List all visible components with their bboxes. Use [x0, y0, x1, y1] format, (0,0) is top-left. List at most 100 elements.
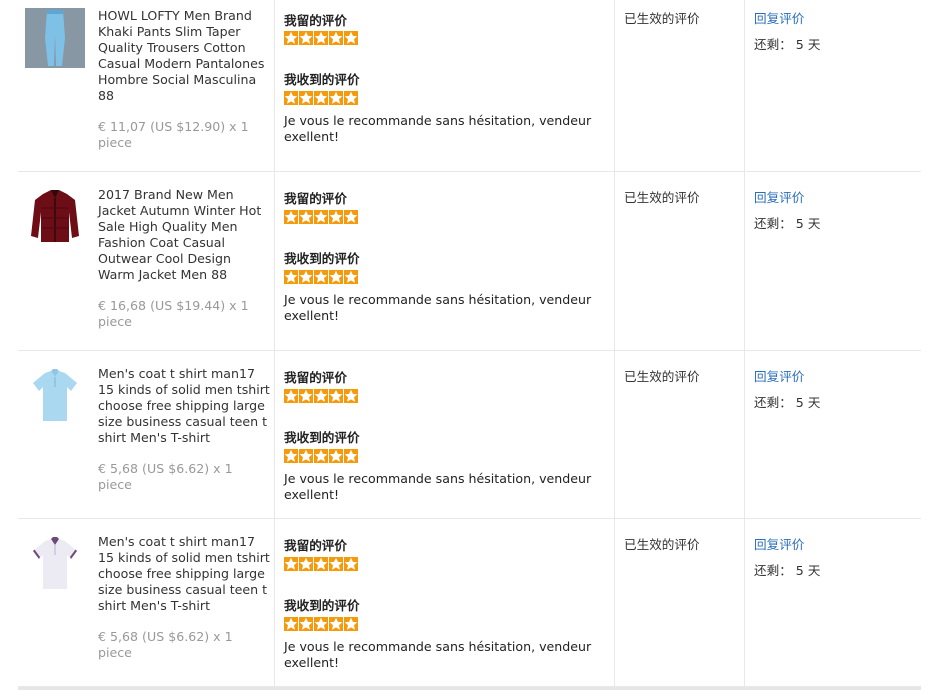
product-thumbnail[interactable]: [25, 365, 85, 425]
my-review-label: 我留的评价: [284, 191, 347, 206]
review-status: 已生效的评价: [624, 537, 700, 552]
received-review-label: 我收到的评价: [284, 251, 360, 266]
star-icon: [344, 617, 358, 631]
star-icon: [284, 449, 298, 463]
star-icon: [284, 270, 298, 284]
star-icon: [299, 270, 313, 284]
review-cell: 我留的评价 我收到的评价 Je vous le recommande sans …: [274, 0, 615, 171]
status-cell: 已生效的评价: [614, 351, 745, 518]
jacket-icon: [31, 190, 79, 242]
remaining-prefix: 还剩：: [754, 37, 792, 52]
remaining-prefix: 还剩：: [754, 395, 792, 410]
star-icon: [329, 557, 343, 571]
star-icon: [329, 389, 343, 403]
star-icon: [344, 91, 358, 105]
action-cell: 回复评价 还剩： 5 天: [744, 351, 921, 518]
reply-review-link[interactable]: 回复评价: [754, 366, 804, 385]
polo-shirt-icon: [33, 537, 77, 589]
status-cell: 已生效的评价: [614, 172, 745, 350]
star-icon: [299, 210, 313, 224]
table-row: Men's coat t shirt man17 15 kinds of sol…: [18, 519, 921, 687]
star-icon: [299, 31, 313, 45]
star-icon: [314, 449, 328, 463]
star-icon: [344, 270, 358, 284]
star-icon: [329, 31, 343, 45]
product-cell: Men's coat t shirt man17 15 kinds of sol…: [18, 519, 275, 686]
star-icon: [314, 617, 328, 631]
remaining-days: 还剩： 5 天: [754, 560, 820, 579]
action-cell: 回复评价 还剩： 5 天: [744, 172, 921, 350]
review-comment: Je vous le recommande sans hésitation, v…: [284, 292, 592, 323]
star-icon: [314, 389, 328, 403]
star-icon: [284, 31, 298, 45]
received-review-label: 我收到的评价: [284, 598, 360, 613]
star-icon: [284, 210, 298, 224]
remaining-days: 还剩： 5 天: [754, 213, 820, 232]
reply-review-link[interactable]: 回复评价: [754, 187, 804, 206]
remaining-days: 还剩： 5 天: [754, 34, 820, 53]
product-title[interactable]: Men's coat t shirt man17 15 kinds of sol…: [98, 534, 270, 614]
status-cell: 已生效的评价: [614, 0, 745, 171]
star-icon: [329, 617, 343, 631]
review-cell: 我留的评价 我收到的评价 Je vous le recommande sans …: [274, 351, 615, 518]
my-rating-stars: [284, 210, 359, 224]
my-review-label: 我留的评价: [284, 538, 347, 553]
star-icon: [344, 210, 358, 224]
my-review-label: 我留的评价: [284, 370, 347, 385]
table-row: HOWL LOFTY Men Brand Khaki Pants Slim Ta…: [18, 0, 921, 172]
received-rating-stars: [284, 617, 359, 631]
star-icon: [329, 270, 343, 284]
star-icon: [344, 557, 358, 571]
product-title[interactable]: Men's coat t shirt man17 15 kinds of sol…: [98, 366, 270, 446]
star-icon: [284, 389, 298, 403]
review-status: 已生效的评价: [624, 369, 700, 384]
remaining-value: 5 天: [795, 37, 821, 52]
action-cell: 回复评价 还剩： 5 天: [744, 519, 921, 686]
product-thumbnail[interactable]: [25, 186, 85, 246]
review-comment: Je vous le recommande sans hésitation, v…: [284, 639, 592, 670]
my-review-label: 我留的评价: [284, 13, 347, 28]
received-rating-stars: [284, 449, 359, 463]
product-price: € 5,68 (US $6.62) x 1 piece: [98, 461, 233, 492]
review-cell: 我留的评价 我收到的评价 Je vous le recommande sans …: [274, 519, 615, 686]
star-icon: [314, 270, 328, 284]
product-cell: Men's coat t shirt man17 15 kinds of sol…: [18, 351, 275, 518]
star-icon: [284, 91, 298, 105]
remaining-value: 5 天: [795, 216, 821, 231]
received-rating-stars: [284, 91, 359, 105]
review-status: 已生效的评价: [624, 190, 700, 205]
reply-review-link[interactable]: 回复评价: [754, 8, 804, 27]
star-icon: [329, 210, 343, 224]
jeans-icon: [25, 8, 85, 68]
remaining-value: 5 天: [795, 395, 821, 410]
received-review-label: 我收到的评价: [284, 430, 360, 445]
product-title[interactable]: 2017 Brand New Men Jacket Autumn Winter …: [98, 187, 270, 283]
remaining-prefix: 还剩：: [754, 563, 792, 578]
star-icon: [344, 389, 358, 403]
product-thumbnail[interactable]: [25, 533, 85, 593]
star-icon: [314, 91, 328, 105]
table-row: Men's coat t shirt man17 15 kinds of sol…: [18, 351, 921, 519]
star-icon: [314, 210, 328, 224]
star-icon: [299, 389, 313, 403]
my-rating-stars: [284, 31, 359, 45]
review-cell: 我留的评价 我收到的评价 Je vous le recommande sans …: [274, 172, 615, 350]
product-title[interactable]: HOWL LOFTY Men Brand Khaki Pants Slim Ta…: [98, 8, 270, 104]
star-icon: [329, 91, 343, 105]
received-review-label: 我收到的评价: [284, 72, 360, 87]
reply-review-link[interactable]: 回复评价: [754, 534, 804, 553]
product-price: € 11,07 (US $12.90) x 1 piece: [98, 119, 249, 150]
star-icon: [344, 449, 358, 463]
product-cell: HOWL LOFTY Men Brand Khaki Pants Slim Ta…: [18, 0, 275, 171]
product-cell: 2017 Brand New Men Jacket Autumn Winter …: [18, 172, 275, 350]
my-rating-stars: [284, 389, 359, 403]
star-icon: [284, 617, 298, 631]
product-price: € 16,68 (US $19.44) x 1 piece: [98, 298, 249, 329]
status-cell: 已生效的评价: [614, 519, 745, 686]
product-thumbnail[interactable]: [25, 8, 85, 68]
received-rating-stars: [284, 270, 359, 284]
star-icon: [299, 91, 313, 105]
remaining-value: 5 天: [795, 563, 821, 578]
star-icon: [314, 31, 328, 45]
star-icon: [314, 557, 328, 571]
